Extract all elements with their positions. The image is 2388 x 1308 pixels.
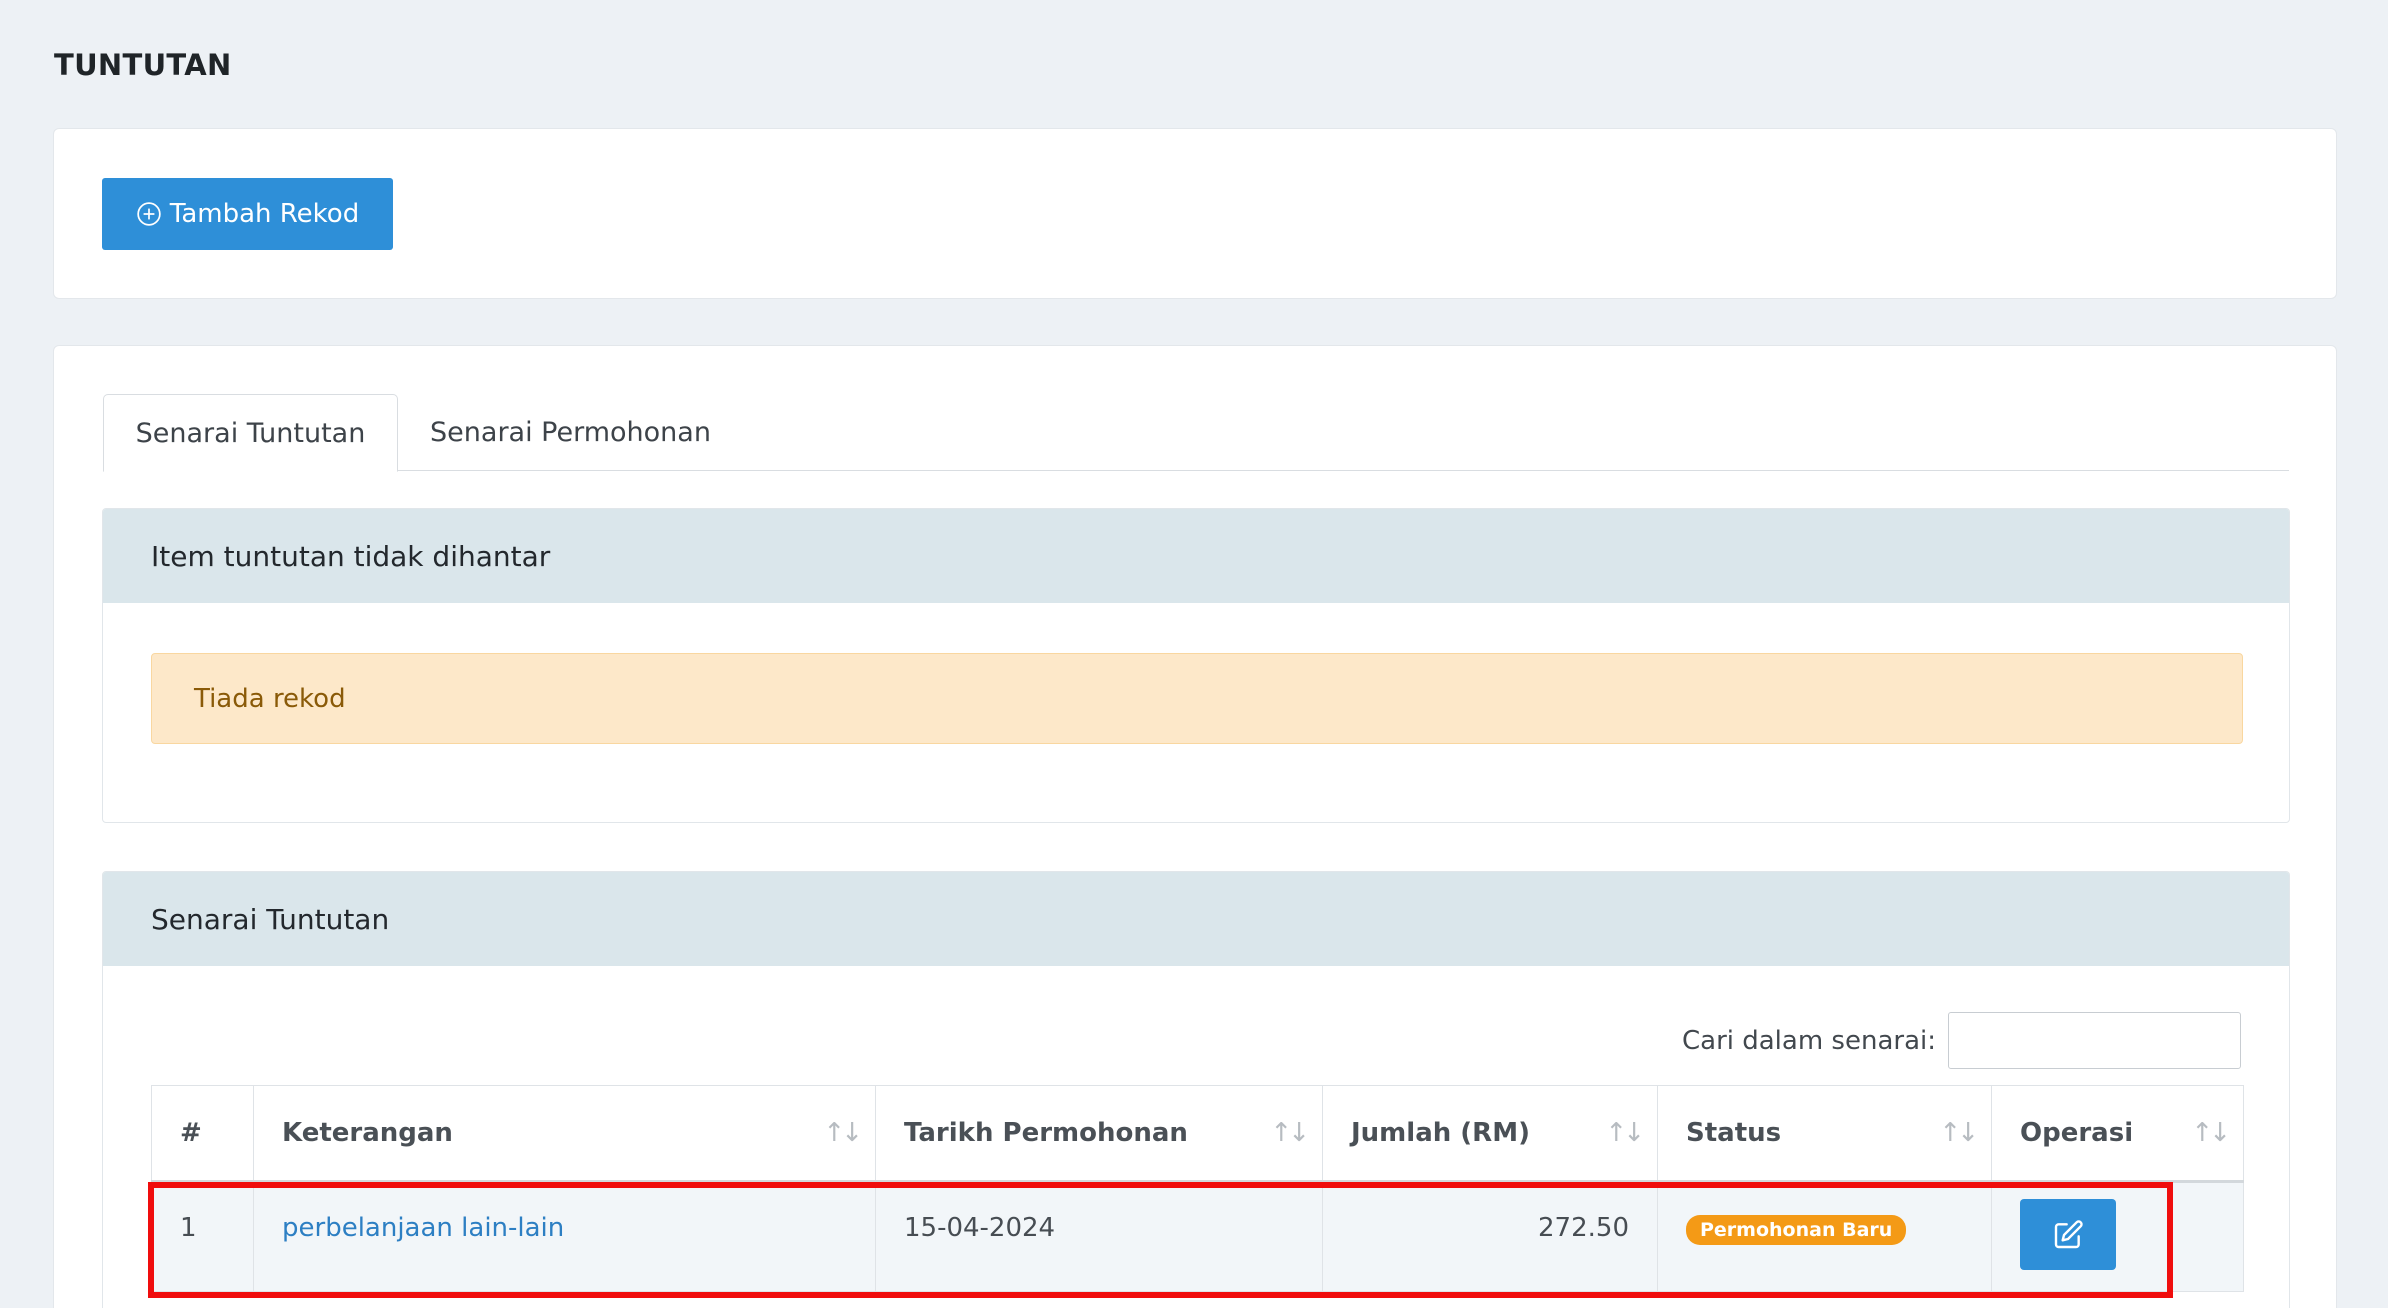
table-header-row: # Keterangan ↑↓ Tarikh Permohonan ↑↓ Jumla… <box>151 1085 2244 1183</box>
tab-label: Senarai Permohonan <box>430 417 711 448</box>
edit-button[interactable] <box>2020 1199 2116 1270</box>
search-area: Cari dalam senarai: <box>1682 1012 2241 1069</box>
sort-icon: ↑↓ <box>1605 1118 1645 1148</box>
column-header-number[interactable]: # <box>151 1085 254 1183</box>
sort-icon: ↑↓ <box>1939 1118 1979 1148</box>
unsent-panel-title: Item tuntutan tidak dihantar <box>103 509 2289 603</box>
row-number: 1 <box>151 1181 254 1292</box>
column-header-operation[interactable]: Operasi ↑↓ <box>1991 1085 2244 1183</box>
claims-table: # Keterangan ↑↓ Tarikh Permohonan ↑↓ Jumla… <box>151 1085 2244 1292</box>
unsent-items-panel: Item tuntutan tidak dihantar Tiada rekod <box>102 508 2290 823</box>
column-label: Operasi <box>2020 1118 2134 1148</box>
tab-senarai-permohonan[interactable]: Senarai Permohonan <box>398 394 743 471</box>
toolbar-card: Tambah Rekod <box>53 128 2337 299</box>
claims-panel: Senarai Tuntutan Cari dalam senarai: # K… <box>102 871 2290 1308</box>
page-title: TUNTUTAN <box>54 48 232 82</box>
column-label: Tarikh Permohonan <box>904 1118 1188 1148</box>
tab-label: Senarai Tuntutan <box>135 417 366 449</box>
sort-icon: ↑↓ <box>823 1118 863 1148</box>
status-badge: Permohonan Baru <box>1686 1215 1907 1245</box>
add-record-button[interactable]: Tambah Rekod <box>102 178 393 250</box>
claim-description-link[interactable]: perbelanjaan lain-lain <box>282 1213 564 1243</box>
column-label: # <box>180 1118 202 1148</box>
sort-icon: ↑↓ <box>1270 1118 1310 1148</box>
column-label: Keterangan <box>282 1118 453 1148</box>
column-header-amount[interactable]: Jumlah (RM) ↑↓ <box>1322 1085 1658 1183</box>
tab-bar: Senarai Tuntutan Senarai Permohonan <box>103 394 2289 472</box>
alert-text: Tiada rekod <box>194 683 346 714</box>
row-date: 15-04-2024 <box>875 1181 1323 1292</box>
add-record-label: Tambah Rekod <box>169 199 360 229</box>
column-label: Status <box>1686 1118 1782 1148</box>
row-operation-cell <box>1991 1181 2244 1292</box>
row-status-cell: Permohonan Baru <box>1657 1181 1992 1292</box>
column-header-status[interactable]: Status ↑↓ <box>1657 1085 1992 1183</box>
column-label: Jumlah (RM) <box>1351 1118 1530 1148</box>
search-input[interactable] <box>1948 1012 2241 1069</box>
row-description-cell: perbelanjaan lain-lain <box>253 1181 876 1292</box>
search-label: Cari dalam senarai: <box>1681 1025 1936 1056</box>
claims-panel-title: Senarai Tuntutan <box>103 872 2289 966</box>
row-amount: 272.50 <box>1322 1181 1658 1292</box>
page: TUNTUTAN Tambah Rekod Senarai Tuntutan S… <box>0 0 2388 1308</box>
sort-icon: ↑↓ <box>2191 1118 2231 1148</box>
column-header-description[interactable]: Keterangan ↑↓ <box>253 1085 876 1183</box>
tab-senarai-tuntutan[interactable]: Senarai Tuntutan <box>103 394 398 472</box>
main-card: Senarai Tuntutan Senarai Permohonan Item… <box>53 345 2337 1308</box>
plus-circle-icon <box>137 202 161 226</box>
no-record-alert: Tiada rekod <box>151 653 2243 744</box>
table-row: 1 perbelanjaan lain-lain 15-04-2024 272.… <box>151 1181 2244 1292</box>
column-header-date[interactable]: Tarikh Permohonan ↑↓ <box>875 1085 1323 1183</box>
edit-icon <box>2054 1219 2083 1248</box>
